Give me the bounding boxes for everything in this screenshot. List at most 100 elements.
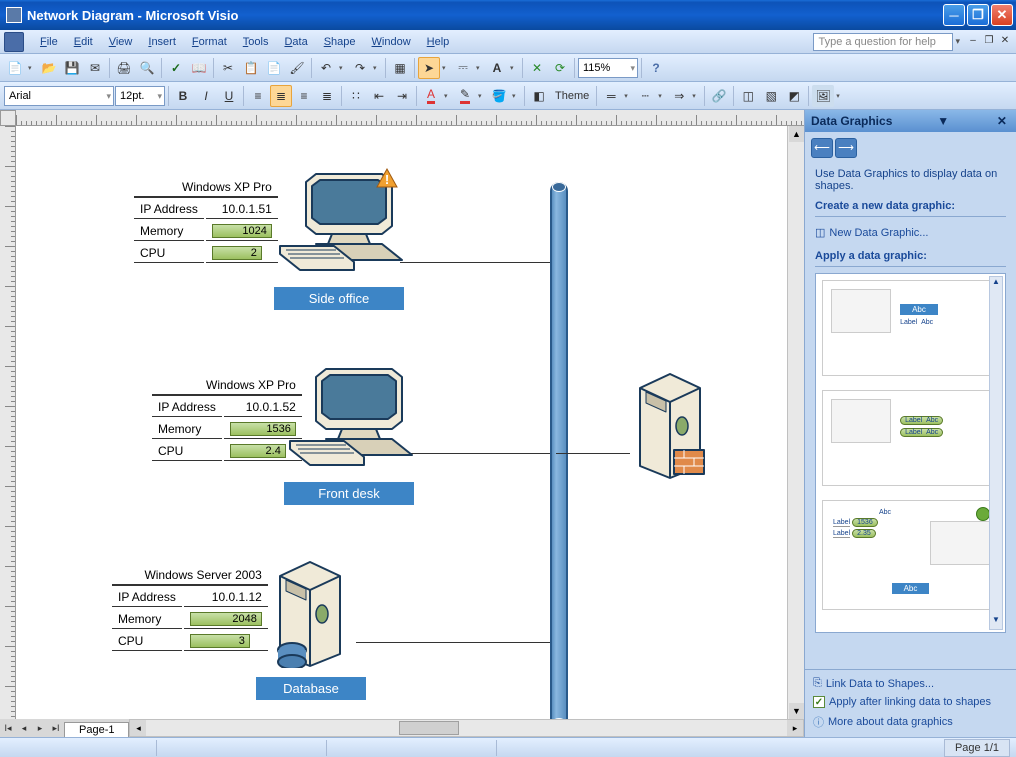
minimize-button[interactable]: ─ <box>943 4 965 26</box>
italic-button[interactable]: I <box>195 85 217 107</box>
scroll-up-button[interactable]: ▲ <box>789 126 804 142</box>
drawing-canvas[interactable]: !Side officeWindows XP ProIP Address10.0… <box>16 126 787 719</box>
mdi-restore-button[interactable]: ❐ <box>982 35 996 49</box>
taskpane-close-button[interactable]: ✕ <box>994 114 1010 128</box>
theme-label[interactable]: Theme <box>551 90 593 102</box>
scroll-thumb[interactable] <box>399 721 459 735</box>
fill-color-button[interactable]: 🪣 <box>488 85 510 107</box>
rotate-button[interactable]: ⟳ <box>549 57 571 79</box>
save-button[interactable]: 💾 <box>61 57 83 79</box>
print-preview-button[interactable]: 🔍 <box>136 57 158 79</box>
increase-indent-button[interactable]: ⇥ <box>391 85 413 107</box>
close-button[interactable]: ✕ <box>991 4 1013 26</box>
mdi-close-button[interactable]: ✕ <box>998 35 1012 49</box>
data-callout[interactable]: Windows Server 2003IP Address10.0.1.12Me… <box>110 564 270 653</box>
connector[interactable] <box>400 262 550 263</box>
font-color-button[interactable]: A <box>420 85 442 107</box>
graphic-thumb-3[interactable]: Abc Label1536 Label2.35 Abc <box>822 500 999 610</box>
text-tool-button[interactable]: A <box>486 57 508 79</box>
decrease-indent-button[interactable]: ⇤ <box>368 85 390 107</box>
horizontal-scrollbar[interactable]: ◂ ▸ <box>129 719 804 737</box>
menu-help[interactable]: Help <box>419 33 458 51</box>
data-graphic-button-3[interactable]: ◩ <box>783 85 805 107</box>
menu-format[interactable]: Format <box>184 33 235 51</box>
menu-tools[interactable]: Tools <box>235 33 277 51</box>
visio-icon[interactable] <box>4 32 24 52</box>
connection-point-button[interactable]: ✕ <box>526 57 548 79</box>
paste-button[interactable]: 📄 <box>263 57 285 79</box>
align-right-button[interactable]: ≡ <box>293 85 315 107</box>
data-graphic-button-2[interactable]: ▧ <box>760 85 782 107</box>
menu-data[interactable]: Data <box>276 33 315 51</box>
link-data-to-shapes-link[interactable]: ⎘Link Data to Shapes... <box>813 674 1008 693</box>
graphic-thumb-2[interactable]: Label Abc Label Abc <box>822 390 999 486</box>
new-data-graphic-link[interactable]: ◫ New Data Graphic... <box>815 223 1006 242</box>
font-size-combo[interactable]: 12pt. <box>115 86 165 106</box>
scroll-right-button[interactable]: ▸ <box>787 720 803 736</box>
bullets-button[interactable]: ∷ <box>345 85 367 107</box>
zoom-combo[interactable]: 115% <box>578 58 638 78</box>
help-button[interactable]: ? <box>645 57 667 79</box>
more-about-link[interactable]: ⓘMore about data graphics <box>813 711 1008 733</box>
menu-file[interactable]: File <box>32 33 66 51</box>
align-center-button[interactable]: ≣ <box>270 85 292 107</box>
connector-tool-button[interactable]: ⎓ <box>452 57 474 79</box>
scroll-left-button[interactable]: ◂ <box>130 720 146 736</box>
next-page-button[interactable]: ▸ <box>32 720 48 736</box>
email-button[interactable]: ✉ <box>84 57 106 79</box>
menu-insert[interactable]: Insert <box>140 33 184 51</box>
cut-button[interactable]: ✂ <box>217 57 239 79</box>
taskpane-menu-button[interactable]: ▼ <box>934 114 952 128</box>
connector[interactable] <box>356 642 550 643</box>
taskpane-forward-button[interactable]: ⟶ <box>835 138 857 158</box>
line-color-button[interactable]: ✎ <box>454 85 476 107</box>
theme-button[interactable]: ◧ <box>528 85 550 107</box>
undo-button[interactable]: ↶ <box>315 57 337 79</box>
line-pattern-button[interactable]: ┄ <box>634 85 656 107</box>
connector[interactable] <box>408 453 550 454</box>
new-button[interactable]: 📄 <box>4 57 26 79</box>
connector[interactable] <box>556 453 630 454</box>
mdi-minimize-button[interactable]: – <box>966 35 980 49</box>
data-callout[interactable]: Windows XP ProIP Address10.0.1.52Memory1… <box>150 374 304 463</box>
insert-hyperlink-button[interactable]: 🔗 <box>708 85 730 107</box>
redo-button[interactable]: ↷ <box>349 57 371 79</box>
bold-button[interactable]: B <box>172 85 194 107</box>
open-button[interactable]: 📂 <box>38 57 60 79</box>
line-weight-button[interactable]: ═ <box>600 85 622 107</box>
align-left-button[interactable]: ≡ <box>247 85 269 107</box>
copy-button[interactable]: 📋 <box>240 57 262 79</box>
sheet-tab-page1[interactable]: Page-1 <box>64 722 129 737</box>
help-search-input[interactable]: Type a question for help <box>813 33 953 51</box>
side-office-shape[interactable]: !Side office <box>274 168 404 310</box>
scroll-down-button[interactable]: ▼ <box>789 703 804 719</box>
line-ends-button[interactable]: ⇒ <box>668 85 690 107</box>
data-graphic-gallery[interactable]: Abc Label Abc Label Abc Label Abc Abc La… <box>815 273 1006 633</box>
taskpane-back-button[interactable]: ⟵ <box>811 138 833 158</box>
spelling-button[interactable]: ✓ <box>165 57 187 79</box>
network-backbone[interactable] <box>550 182 568 719</box>
insert-picture-button[interactable]: 🖼 <box>812 85 834 107</box>
prev-page-button[interactable]: ◂ <box>16 720 32 736</box>
database-shape[interactable]: Database <box>270 558 366 700</box>
shapes-window-button[interactable]: ▦ <box>389 57 411 79</box>
menu-edit[interactable]: Edit <box>66 33 101 51</box>
data-graphic-button-1[interactable]: ◫ <box>737 85 759 107</box>
align-justify-button[interactable]: ≣ <box>316 85 338 107</box>
graphic-thumb-1[interactable]: Abc Label Abc <box>822 280 999 376</box>
last-page-button[interactable]: ▸I <box>48 720 64 736</box>
font-name-combo[interactable]: Arial <box>4 86 114 106</box>
menu-shape[interactable]: Shape <box>316 33 364 51</box>
apply-after-linking-checkbox[interactable]: ✓Apply after linking data to shapes <box>813 693 1008 711</box>
data-callout[interactable]: Windows XP ProIP Address10.0.1.51Memory1… <box>132 176 280 265</box>
node-3-shape[interactable] <box>630 370 710 483</box>
underline-button[interactable]: U <box>218 85 240 107</box>
pointer-tool-button[interactable]: ➤ <box>418 57 440 79</box>
vertical-scrollbar[interactable]: ▲ ▼ <box>787 126 804 719</box>
first-page-button[interactable]: I◂ <box>0 720 16 736</box>
research-button[interactable]: 📖 <box>188 57 210 79</box>
menu-view[interactable]: View <box>101 33 141 51</box>
menu-window[interactable]: Window <box>364 33 419 51</box>
format-painter-button[interactable]: 🖌 <box>286 57 308 79</box>
gallery-scrollbar[interactable]: ▲ ▼ <box>989 276 1003 630</box>
